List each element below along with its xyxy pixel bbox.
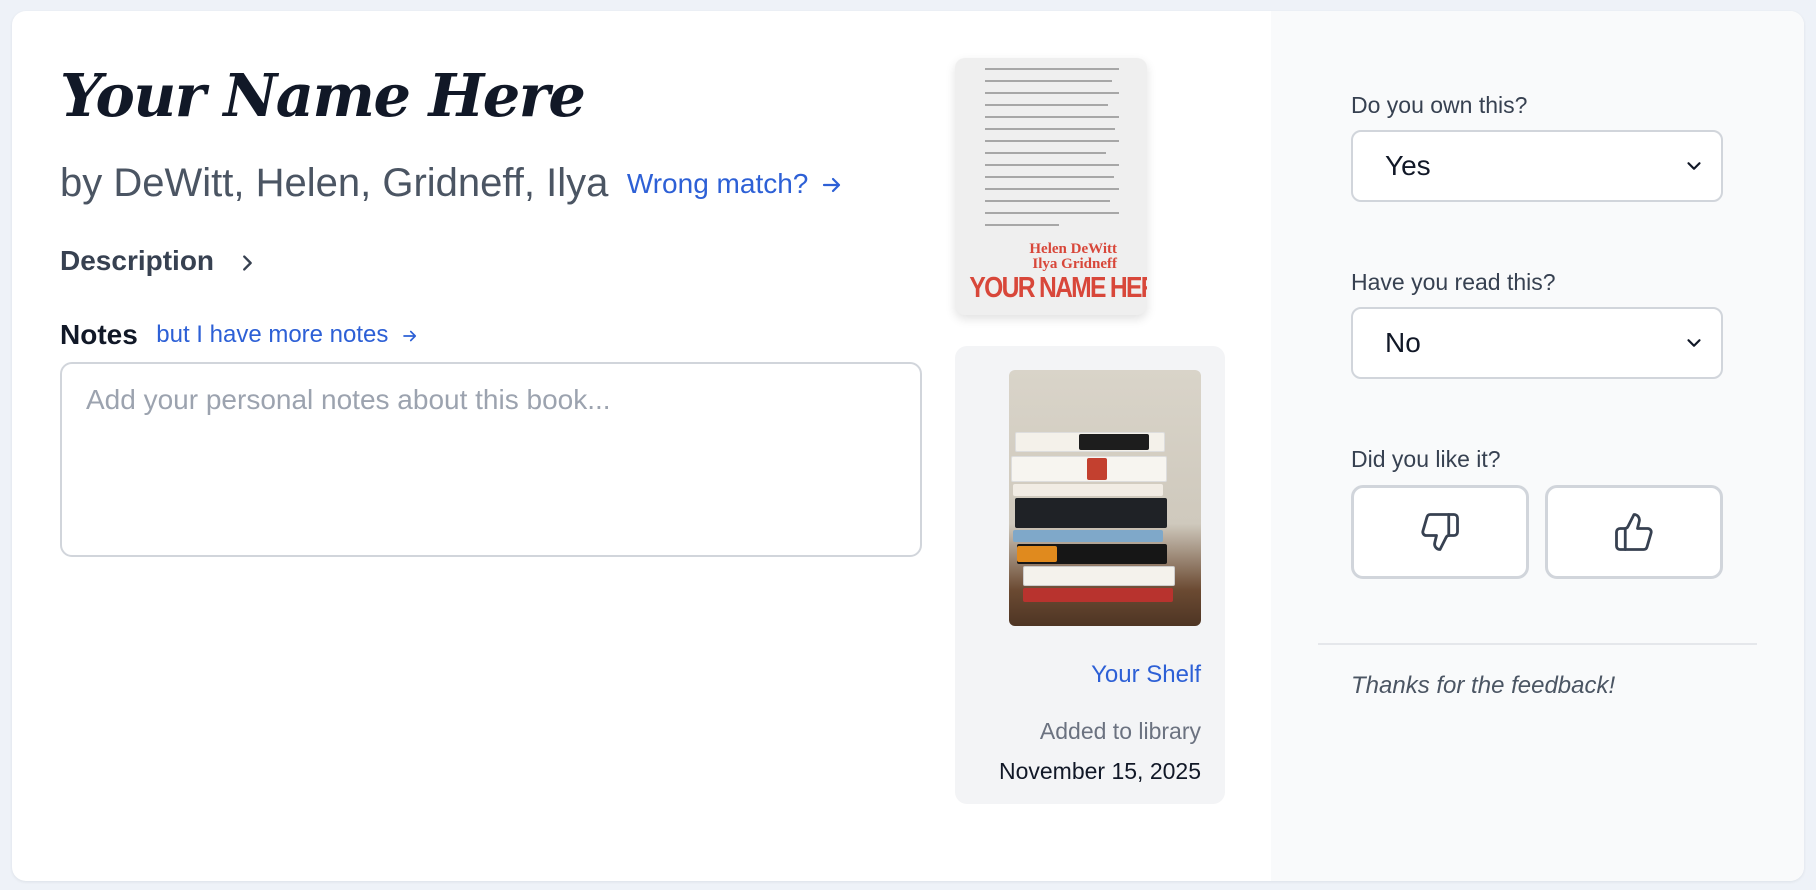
description-toggle[interactable]: Description <box>60 245 258 277</box>
cover-author-2: Ilya Gridneff <box>1032 256 1117 272</box>
added-label: Added to library <box>1039 718 1201 744</box>
dislike-button[interactable] <box>1351 485 1529 579</box>
read-select[interactable]: No <box>1351 307 1723 379</box>
book-title: Your Name Here <box>60 61 586 130</box>
shelf-photo <box>1009 370 1201 626</box>
arrow-right-icon <box>403 330 417 341</box>
cover-title: YOUR NAME HERE <box>969 272 1147 304</box>
feedback-thanks: Thanks for the feedback! <box>1351 672 1616 699</box>
own-question-label: Do you own this? <box>1351 92 1528 118</box>
liked-question-label: Did you like it? <box>1351 446 1501 472</box>
cover-body-text <box>985 68 1119 236</box>
thumbs-down-icon <box>1421 513 1459 551</box>
arrow-right-icon <box>823 178 841 193</box>
notes-label: Notes <box>60 319 138 350</box>
notes-textarea[interactable] <box>60 362 922 557</box>
description-label: Description <box>60 245 215 276</box>
chevron-right-icon <box>242 255 252 271</box>
book-cover: Helen DeWitt Ilya Gridneff YOUR NAME HER… <box>955 58 1147 315</box>
your-shelf-link[interactable]: Your Shelf <box>1091 661 1201 689</box>
chevron-down-icon <box>1687 339 1701 347</box>
added-date: November 15, 2025 <box>998 758 1201 784</box>
read-select-value: No <box>1385 327 1421 358</box>
own-select[interactable]: Yes <box>1351 130 1723 202</box>
notes-header: Notes but I have more notes <box>60 319 419 351</box>
shelf-card: Your Shelf Added to library November 15,… <box>955 346 1225 804</box>
chevron-down-icon <box>1687 162 1701 170</box>
like-button[interactable] <box>1545 485 1723 579</box>
byline: by DeWitt, Helen, Gridneff, Ilya Wrong m… <box>60 161 844 206</box>
more-notes-label: but I have more notes <box>156 321 389 348</box>
panel-divider <box>1318 643 1757 645</box>
thumbs-up-icon <box>1615 513 1653 551</box>
own-select-value: Yes <box>1385 150 1431 181</box>
wrong-match-link[interactable]: Wrong match? <box>627 168 844 199</box>
more-notes-link[interactable]: but I have more notes <box>156 321 419 348</box>
book-authors: by DeWitt, Helen, Gridneff, Ilya <box>60 161 609 205</box>
book-detail-card: Your Name Here by DeWitt, Helen, Gridnef… <box>12 11 1804 881</box>
wrong-match-label: Wrong match? <box>626 167 809 199</box>
read-question-label: Have you read this? <box>1351 269 1556 295</box>
